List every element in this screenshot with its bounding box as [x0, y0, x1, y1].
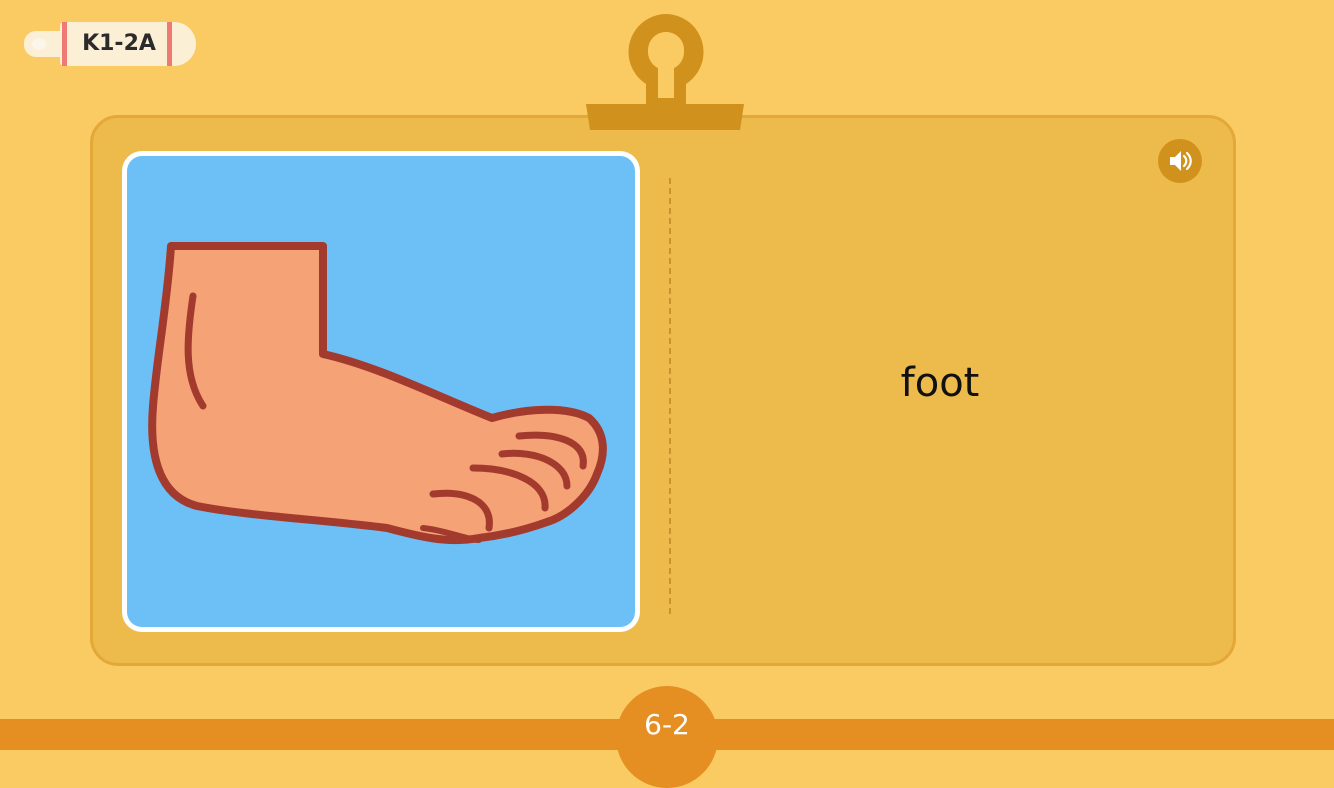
speaker-icon: [1170, 151, 1192, 171]
crayon-stripe-left: [62, 22, 67, 66]
foot-illustration: [148, 242, 607, 545]
clip-icon: [586, 14, 744, 130]
card-divider: [669, 178, 671, 614]
play-audio-button[interactable]: [1158, 139, 1202, 183]
page-indicator: 6-2: [644, 708, 690, 741]
vocabulary-word: foot: [900, 360, 980, 406]
level-label: K1-2A: [82, 31, 156, 56]
level-tag: K1-2A: [24, 22, 196, 66]
crayon-tip: [24, 31, 64, 57]
crayon-stripe-right: [167, 22, 172, 66]
picture-frame: [122, 151, 640, 632]
